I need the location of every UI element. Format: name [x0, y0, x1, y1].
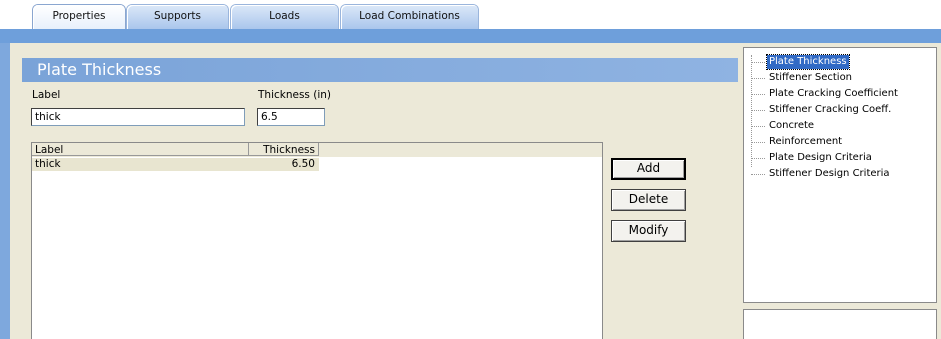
tab-bar: Properties Supports Loads Load Combinati… [0, 0, 941, 29]
tab-supports[interactable]: Supports [127, 5, 228, 29]
label-caption: Label [32, 89, 61, 101]
row-thickness: 6.50 [291, 158, 315, 170]
table-row[interactable]: thick 6.50 [32, 158, 319, 171]
delete-button[interactable]: Delete [611, 189, 686, 211]
thickness-input[interactable]: 6.5 [257, 108, 325, 126]
label-input[interactable]: thick [31, 108, 245, 126]
properties-tree[interactable]: Plate Thickness Stiffener Section Plate … [743, 47, 937, 303]
tab-content-band [0, 29, 941, 43]
left-edge-panel [0, 43, 10, 339]
row-label: thick [35, 158, 61, 170]
tab-properties[interactable]: Properties [33, 5, 125, 29]
section-title: Plate Thickness [22, 58, 738, 82]
details-box [743, 309, 937, 339]
modify-button[interactable]: Modify [611, 220, 686, 242]
column-header-thickness[interactable]: Thickness [249, 143, 319, 156]
thickness-caption: Thickness (in) [258, 89, 331, 101]
tab-load-combinations[interactable]: Load Combinations [341, 5, 478, 29]
thickness-list[interactable]: Label Thickness thick 6.50 [31, 142, 603, 339]
tab-loads[interactable]: Loads [231, 5, 338, 29]
tree-line [751, 55, 752, 167]
list-header: Label Thickness [32, 143, 602, 157]
add-button[interactable]: Add [611, 158, 686, 180]
column-header-label[interactable]: Label [32, 143, 249, 156]
